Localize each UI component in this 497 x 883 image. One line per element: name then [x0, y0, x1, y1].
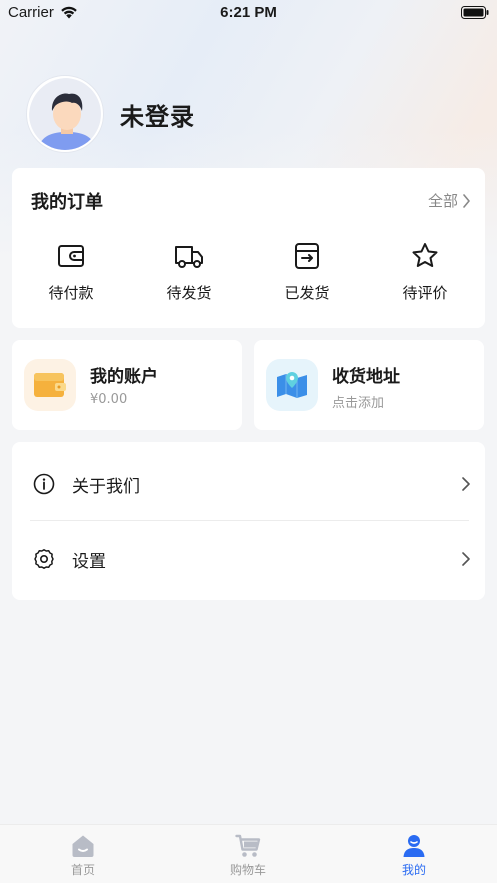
home-icon [72, 835, 94, 857]
chevron-right-icon [463, 193, 470, 208]
shipped-box-icon [295, 243, 319, 269]
address-title: 收货地址 [332, 367, 400, 387]
menu-card: 关于我们 设置 [12, 442, 485, 600]
order-pending-review[interactable]: 待评价 [380, 240, 470, 303]
tab-cart[interactable]: 购物车 [203, 833, 293, 878]
orders-title: 我的订单 [31, 192, 103, 213]
account-title: 我的账户 [90, 367, 158, 387]
menu-item-label: 关于我们 [72, 476, 140, 497]
status-bar: Carrier 6:21 PM [0, 0, 497, 26]
cart-icon [235, 834, 261, 857]
my-account-card[interactable]: 我的账户 ¥0.00 [12, 340, 242, 430]
wallet-orange-icon [34, 373, 66, 397]
order-pending-shipment[interactable]: 待发货 [144, 240, 234, 303]
tab-label: 首页 [70, 863, 95, 877]
default-avatar-icon [29, 78, 101, 150]
order-label: 待发货 [166, 284, 212, 302]
battery-icon [461, 6, 489, 19]
orders-all-label: 全部 [427, 192, 458, 210]
address-icon-tile [266, 359, 318, 411]
avatar[interactable] [27, 76, 103, 152]
order-label: 已发货 [284, 284, 330, 302]
status-time: 6:21 PM [220, 4, 277, 21]
truck-icon [175, 246, 203, 268]
order-pending-payment[interactable]: 待付款 [26, 240, 116, 303]
menu-item-about[interactable]: 关于我们 [12, 445, 485, 523]
profile-header[interactable]: 未登录 [27, 75, 195, 153]
order-label: 待评价 [402, 284, 448, 302]
menu-item-settings[interactable]: 设置 [12, 520, 485, 598]
chevron-right-icon [462, 552, 470, 566]
login-status-name[interactable]: 未登录 [120, 97, 195, 132]
account-balance: ¥0.00 [90, 392, 128, 407]
menu-item-label: 设置 [72, 551, 106, 572]
wallet-icon [58, 245, 84, 267]
orders-card: 我的订单 全部 待付款 待发货 已发货 待评价 [12, 168, 485, 328]
tab-label: 购物车 [229, 863, 266, 877]
address-subtitle: 点击添加 [332, 396, 385, 411]
shipping-address-card[interactable]: 收货地址 点击添加 [254, 340, 484, 430]
settings-icon [34, 549, 54, 569]
info-icon [33, 473, 55, 495]
map-pin-icon [277, 372, 307, 398]
chevron-right-icon [462, 477, 470, 491]
tab-bar: 首页 购物车 我的 [0, 824, 497, 883]
tab-home[interactable]: 首页 [38, 833, 128, 878]
tab-mine[interactable]: 我的 [369, 833, 459, 878]
tab-label: 我的 [401, 863, 426, 877]
order-shipped[interactable]: 已发货 [262, 240, 352, 303]
order-label: 待付款 [48, 284, 94, 302]
user-icon [403, 835, 425, 857]
orders-all-link[interactable]: 全部 [428, 190, 471, 211]
account-icon-tile [24, 359, 76, 411]
star-icon [412, 243, 438, 267]
